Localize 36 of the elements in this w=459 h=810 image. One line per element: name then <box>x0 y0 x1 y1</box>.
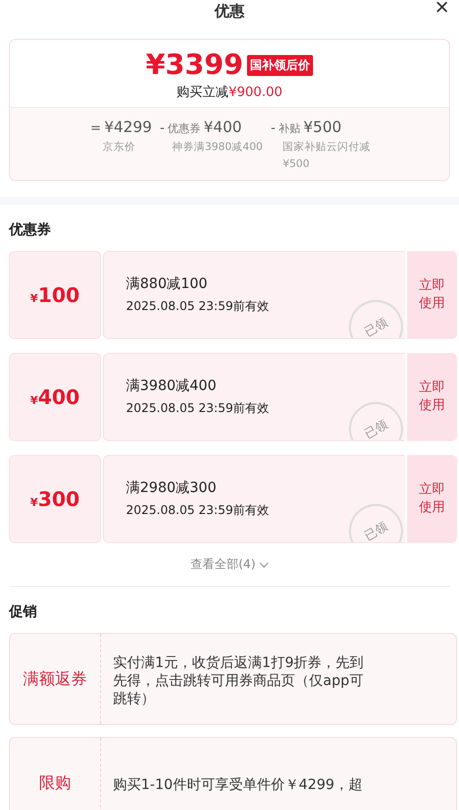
breakdown-note: 京东价 <box>101 140 136 155</box>
section-title: 促销 <box>8 603 38 622</box>
price-tag: 国补领后价 <box>247 54 314 76</box>
breakdown-note: 神券满3980减400 <box>170 140 263 155</box>
section-title: 优惠券 <box>8 221 52 240</box>
coupon-validity: 2025.08.05 23:59前有效 <box>126 502 270 520</box>
coupon-condition: 满2980减300 <box>126 479 218 498</box>
promotion-type: 限购 <box>39 772 71 794</box>
coupon-amount: ¥100 <box>30 283 80 308</box>
coupon-amount: ¥400 <box>30 385 80 410</box>
promotion-type: 满额返券 <box>23 668 87 690</box>
saving-text: 购买立减¥900.00 <box>176 84 282 101</box>
view-all-link[interactable]: 查看全部(4) <box>184 555 274 574</box>
final-price: ¥3399 <box>146 50 244 81</box>
operator-sign: - <box>160 120 165 136</box>
breakdown-label: 补贴 <box>278 120 300 136</box>
operator-sign: - <box>270 120 276 136</box>
coupon-validity: 2025.08.05 23:59前有效 <box>126 400 270 418</box>
use-now-button[interactable]: 立即使用 <box>407 251 457 340</box>
operator-sign: = <box>90 120 102 136</box>
promotion-text: 实付满1元，收货后返满1打9折券，先到先得，点击跳转可用券商品页（仅app可跳转） <box>112 654 365 710</box>
coupon-condition: 满880减100 <box>126 275 208 294</box>
promotion-text: 购买1-10件时可享受单件价￥4299，超 <box>112 776 364 796</box>
use-now-button[interactable]: 立即使用 <box>407 353 457 442</box>
breakdown-value: ¥4299 <box>104 118 152 136</box>
breakdown-label: 优惠券 <box>168 120 201 136</box>
close-button[interactable]: × <box>430 0 453 20</box>
breakdown-value: ¥500 <box>303 118 342 136</box>
breakdown-value: ¥400 <box>204 118 242 136</box>
coupon-condition: 满3980减400 <box>126 377 218 396</box>
sheet-title: 优惠 <box>214 2 244 21</box>
coupon-amount: ¥300 <box>30 487 80 512</box>
use-now-button[interactable]: 立即使用 <box>407 455 457 544</box>
coupon-validity: 2025.08.05 23:59前有效 <box>126 298 270 316</box>
breakdown-note: 国家补贴云闪付减¥500 <box>282 140 372 172</box>
chevron-down-icon <box>258 562 268 568</box>
